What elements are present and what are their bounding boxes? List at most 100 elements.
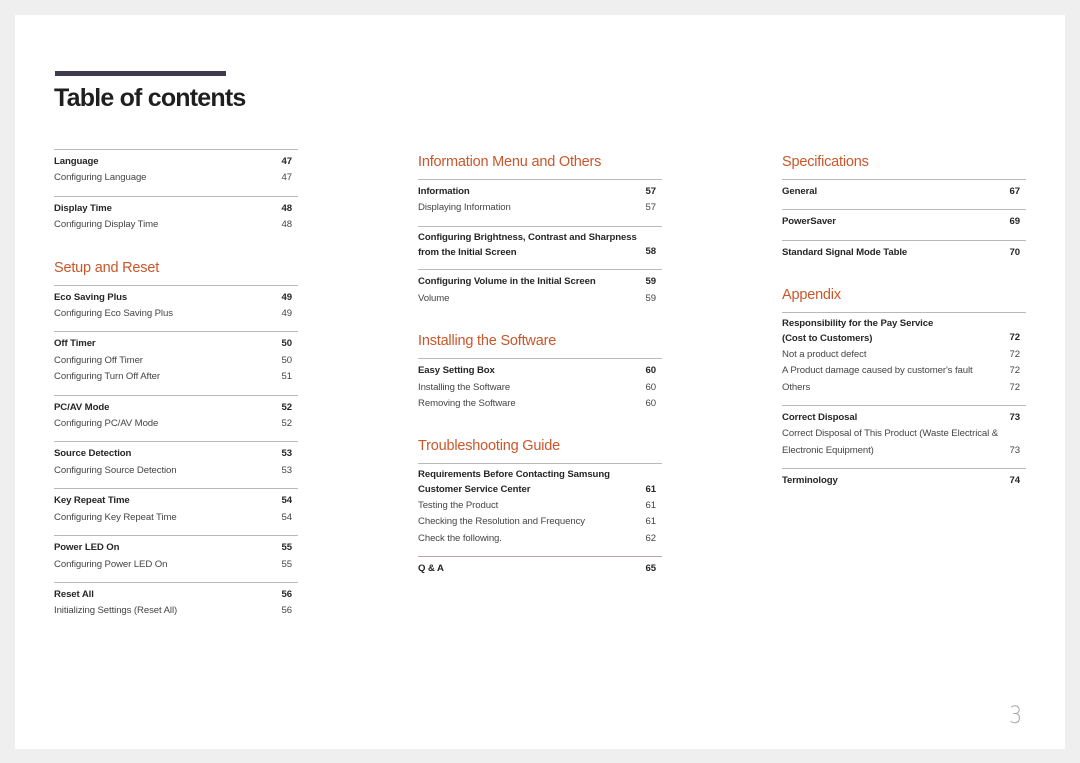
toc-subentry[interactable]: Check the following. 62 [418, 531, 662, 547]
toc-subentry-page: 52 [281, 418, 293, 430]
toc-subentry-title: Checking the Resolution and Frequency [418, 516, 585, 528]
toc-subentry[interactable]: Configuring Off Timer 50 [54, 353, 298, 369]
toc-group: Eco Saving Plus 49 Configuring Eco Saving … [54, 284, 298, 332]
toc-entry-page: 55 [281, 542, 293, 554]
toc-subentry[interactable]: Removing the Software 60 [418, 396, 662, 412]
toc-subentry-title: A Product damage caused by customer's fa… [782, 365, 973, 377]
toc-subentry-page: 53 [281, 464, 293, 476]
toc-subentry[interactable]: Correct Disposal of This Product (Waste … [782, 426, 1026, 459]
toc-entry-title: Responsibility for the Pay Service (Cost… [782, 318, 934, 345]
toc-entry-reset-all[interactable]: Reset All 56 [54, 587, 298, 603]
toc-subentry[interactable]: Configuring Source Detection 53 [54, 463, 298, 479]
section-heading-specifications[interactable]: Specifications [782, 149, 1026, 179]
toc-entry-eco-saving-plus[interactable]: Eco Saving Plus 49 [54, 290, 298, 306]
section-heading-setup-and-reset[interactable]: Setup and Reset [54, 255, 298, 285]
toc-subentry[interactable]: Installing the Software 60 [418, 380, 662, 396]
toc-entry-title: Easy Setting Box [418, 365, 495, 377]
section-heading-troubleshooting-guide[interactable]: Troubleshooting Guide [418, 433, 662, 463]
toc-entry-page: 53 [281, 448, 293, 460]
toc-subentry[interactable]: Not a product defect 72 [782, 347, 1026, 363]
toc-subentry[interactable]: Configuring Display Time 48 [54, 217, 298, 233]
toc-group: Configuring Volume in the Initial Screen… [418, 269, 662, 316]
toc-group: Power LED On 55 Configuring Power LED On 55 [54, 535, 298, 582]
toc-subentry-page: 60 [645, 381, 657, 393]
toc-group: PC/AV Mode 52 Configuring PC/AV Mode 52 [54, 394, 298, 442]
toc-entry-terminology[interactable]: Terminology 74 [782, 473, 1026, 489]
toc-entry-title: Source Detection [54, 448, 132, 460]
toc-entry-configuring-brightness-contrast-and-sharpness[interactable]: Configuring Brightness, Contrast and Sha… [418, 231, 662, 261]
toc-subentry-page: 47 [281, 172, 293, 184]
toc-entry-title: Reset All [54, 588, 94, 600]
toc-entry-page: 70 [1009, 246, 1021, 258]
toc-subentry[interactable]: Others 72 [782, 380, 1026, 396]
toc-entry-power-led-on[interactable]: Power LED On 55 [54, 540, 298, 556]
toc-subentry-page: 72 [1009, 381, 1021, 393]
toc-entry-page: 60 [645, 365, 657, 377]
toc-group: Standard Signal Mode Table 70 [782, 239, 1026, 270]
toc-entry-page: 69 [1009, 216, 1021, 228]
toc-group: Source Detection 53 Configuring Source Det… [54, 441, 298, 488]
toc-subentry[interactable]: Initializing Settings (Reset All) 56 [54, 603, 298, 619]
toc-subentry-title: Initializing Settings (Reset All) [54, 605, 178, 617]
toc-subentry-title: Configuring PC/AV Mode [54, 418, 159, 430]
toc-group: Requirements Before Contacting Samsung C… [418, 463, 662, 556]
toc-entry-page: 52 [281, 401, 293, 413]
toc-subentry[interactable]: Configuring Eco Saving Plus 49 [54, 306, 298, 322]
toc-subentry[interactable]: Displaying Information 57 [418, 200, 662, 216]
toc-entry-responsibility-for-the-pay-service[interactable]: Responsibility for the Pay Service (Cost… [782, 317, 1026, 347]
toc-entry-page: 59 [645, 276, 657, 288]
toc-subentry-title: Displaying Information [418, 202, 511, 214]
toc-subentry[interactable]: Configuring Power LED On 55 [54, 557, 298, 573]
toc-column-1: Language 47 Configuring Language 47 Display … [54, 149, 298, 629]
toc-entry-q-a[interactable]: Q & A 65 [418, 561, 662, 577]
toc-subentry[interactable]: Configuring Language 47 [54, 170, 298, 186]
toc-entry-general[interactable]: General 67 [782, 184, 1026, 200]
toc-subentry[interactable]: Volume 59 [418, 291, 662, 307]
toc-entry-page: 67 [1009, 186, 1021, 197]
toc-entry-title: Information [418, 186, 470, 197]
toc-entry-page: 47 [281, 156, 293, 167]
toc-entry-pc-av-mode[interactable]: PC/AV Mode 52 [54, 400, 298, 416]
toc-subentry[interactable]: Configuring PC/AV Mode 52 [54, 416, 298, 432]
toc-subentry-page: 48 [281, 219, 293, 231]
toc-entry-off-timer[interactable]: Off Timer 50 [54, 336, 298, 352]
toc-entry-powersaver[interactable]: PowerSaver 69 [782, 214, 1026, 230]
toc-subentry-page: 72 [1009, 348, 1021, 360]
toc-subentry[interactable]: Configuring Key Repeat Time 54 [54, 510, 298, 526]
toc-subentry[interactable]: A Product damage caused by customer's fa… [782, 363, 1026, 379]
toc-entry-source-detection[interactable]: Source Detection 53 [54, 446, 298, 462]
toc-group: Responsibility for the Pay Service (Cost… [782, 312, 1026, 405]
toc-subentry[interactable]: Configuring Turn Off After 51 [54, 369, 298, 385]
toc-group: General 67 [782, 179, 1026, 209]
toc-group: Display Time 48 Configuring Display Time 48 [54, 195, 298, 243]
toc-group: Terminology 74 [782, 468, 1026, 498]
toc-subentry-page: 73 [1009, 444, 1021, 456]
toc-entry-requirements-before-contacting-samsung[interactable]: Requirements Before Contacting Samsung C… [418, 468, 662, 498]
toc-entry-display-time[interactable]: Display Time 48 [54, 201, 298, 217]
toc-group: Information 57 Displaying Information 57 [418, 179, 662, 226]
toc-subentry-title: Configuring Language [54, 172, 147, 184]
section-heading-installing-the-software[interactable]: Installing the Software [418, 328, 662, 358]
toc-subentry-page: 61 [645, 516, 657, 528]
page-number: 3 [1009, 701, 1023, 729]
toc-entry-page: 61 [645, 483, 657, 495]
toc-subentry-page: 62 [645, 532, 657, 544]
section-heading-appendix[interactable]: Appendix [782, 282, 1026, 312]
toc-entry-configuring-volume-in-the-initial-screen[interactable]: Configuring Volume in the Initial Screen… [418, 274, 662, 290]
toc-subentry-title: Removing the Software [418, 398, 516, 410]
toc-subentry-title: Configuring Display Time [54, 219, 159, 231]
toc-subentry[interactable]: Testing the Product 61 [418, 498, 662, 514]
section-heading-information-menu-and-others[interactable]: Information Menu and Others [418, 149, 662, 179]
toc-subentry[interactable]: Checking the Resolution and Frequency 61 [418, 514, 662, 530]
toc-entry-page: 72 [1009, 332, 1021, 344]
toc-entry-information[interactable]: Information 57 [418, 184, 662, 200]
toc-entry-title: Requirements Before Contacting Samsung C… [418, 469, 610, 496]
toc-entry-correct-disposal[interactable]: Correct Disposal 73 [782, 410, 1026, 426]
toc-entry-page: 65 [645, 563, 657, 575]
toc-entry-language[interactable]: Language 47 [54, 154, 298, 170]
toc-subentry-title: Not a product defect [782, 348, 867, 360]
toc-entry-title: Terminology [782, 475, 838, 487]
toc-entry-standard-signal-mode-table[interactable]: Standard Signal Mode Table 70 [782, 245, 1026, 261]
toc-entry-key-repeat-time[interactable]: Key Repeat Time 54 [54, 493, 298, 509]
toc-entry-easy-setting-box[interactable]: Easy Setting Box 60 [418, 363, 662, 379]
